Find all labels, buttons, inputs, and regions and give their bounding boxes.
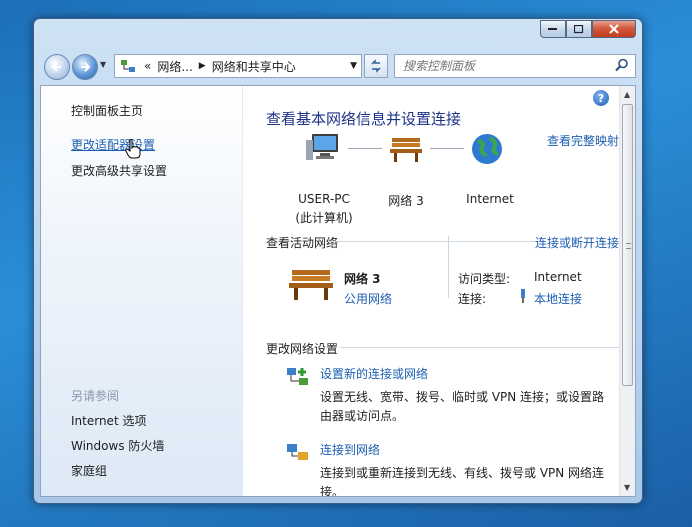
back-arrow-icon [51,62,61,72]
map-node-network-label: 网络 3 [388,194,424,208]
address-bar[interactable]: « 网络... ▶ 网络和共享中心 ▼ [114,54,362,78]
network-type-link[interactable]: 公用网络 [344,290,392,307]
computer-name: USER-PC [298,192,350,206]
active-network-divider [448,236,449,298]
maximize-icon [574,24,584,33]
internet-globe-icon [470,132,504,169]
connect-disconnect-link[interactable]: 连接或断开连接 [535,234,619,251]
close-button[interactable] [592,20,636,38]
scroll-up-arrow-icon[interactable]: ▲ [624,90,630,99]
recent-pages-dropdown-icon[interactable]: ▼ [100,60,106,69]
connection-label: 连接: [458,292,487,306]
see-also-header: 另请参阅 [71,389,120,403]
setup-new-connection-desc: 设置无线、宽带、拨号、临时或 VPN 连接；或设置路由器或访问点。 [320,390,605,423]
active-network-bench-icon [286,264,336,307]
connect-to-network-desc: 连接到或重新连接到无线、有线、拨号或 VPN 网络连接。 [320,466,605,497]
sidebar: 控制面板主页 更改适配器设置 更改高级共享设置 另请参阅 Internet 选项… [41,86,243,496]
access-type-label: 访问类型: [458,272,511,286]
active-networks-divider [328,241,539,242]
sidebar-item-change-advanced-sharing[interactable]: 更改高级共享设置 [71,162,167,179]
navigation-toolbar: ▼ « 网络... ▶ 网络和共享中心 ▼ [42,52,636,80]
hand-cursor-icon [125,138,141,162]
network-sharing-center-window: ▼ « 网络... ▶ 网络和共享中心 ▼ 控制面板主页 更改适配器设置 更改高… [33,18,643,504]
scroll-grip-icon [626,243,631,249]
breadcrumb-overflow[interactable]: « [144,59,151,73]
setup-new-connection-link[interactable]: 设置新的连接或网络 [320,365,612,382]
see-full-map-link[interactable]: 查看完整映射 [547,132,619,149]
scroll-down-arrow-icon[interactable]: ▼ [624,483,630,492]
content-area: 控制面板主页 更改适配器设置 更改高级共享设置 另请参阅 Internet 选项… [40,85,636,497]
network-cable-icon [518,289,528,306]
page-title: 查看基本网络信息并设置连接 [266,110,462,128]
maximize-button[interactable] [566,20,592,38]
map-node-internet-label: Internet [466,192,514,206]
sidebar-item-internet-options[interactable]: Internet 选项 [71,412,146,429]
forward-arrow-icon [81,62,91,72]
map-node-computer-label: USER-PC (此计算机) [284,192,364,226]
breadcrumb-network[interactable]: 网络... [157,58,192,75]
new-connection-icon [286,366,310,391]
task-setup-new-connection: 设置新的连接或网络 设置无线、宽带、拨号、临时或 VPN 连接；或设置路由器或访… [320,365,612,426]
change-settings-header: 更改网络设置 [266,342,339,356]
back-button[interactable] [44,54,70,80]
breadcrumb-network-sharing-center[interactable]: 网络和共享中心 [212,58,296,75]
active-networks-header: 查看活动网络 [266,236,339,250]
sidebar-item-windows-firewall[interactable]: Windows 防火墙 [71,437,164,454]
help-button[interactable]: ? [593,90,609,106]
task-connect-to-network: 连接到网络 连接到或重新连接到无线、有线、拨号或 VPN 网络连接。 [320,441,612,497]
search-icon[interactable] [615,58,629,75]
search-input[interactable] [403,59,603,73]
caption-buttons [540,20,636,38]
vertical-scrollbar[interactable]: ▲ ▼ [619,86,635,496]
map-link-line-1 [348,148,382,149]
computer-sublabel: (此计算机) [295,211,353,225]
minimize-button[interactable] [540,20,566,38]
close-icon [609,24,619,34]
connect-to-network-icon [286,441,310,466]
address-dropdown-icon[interactable]: ▼ [350,61,357,71]
sidebar-item-change-adapter-settings[interactable]: 更改适配器设置 [71,136,155,153]
map-link-line-2 [430,148,464,149]
computer-icon [306,132,342,167]
refresh-button[interactable] [364,54,388,78]
network-folder-icon [118,56,138,76]
minimize-icon [548,28,557,30]
active-network-name: 网络 3 [344,272,381,286]
main-panel: ? 查看基本网络信息并设置连接 查看完整映射 USER-PC (此计算机) 网络… [244,86,619,496]
change-settings-divider [340,347,619,348]
breadcrumb-separator-icon[interactable]: ▶ [199,61,206,71]
refresh-icon [371,59,381,73]
forward-button[interactable] [72,54,98,80]
local-connection-link[interactable]: 本地连接 [534,290,582,307]
network-bench-icon [388,132,424,167]
sidebar-item-homegroup[interactable]: 家庭组 [71,462,107,479]
scroll-thumb[interactable] [622,104,633,386]
search-box[interactable] [394,54,636,78]
connect-to-network-link[interactable]: 连接到网络 [320,441,612,458]
access-type-value: Internet [534,270,582,284]
sidebar-item-control-panel-home[interactable]: 控制面板主页 [71,102,143,119]
